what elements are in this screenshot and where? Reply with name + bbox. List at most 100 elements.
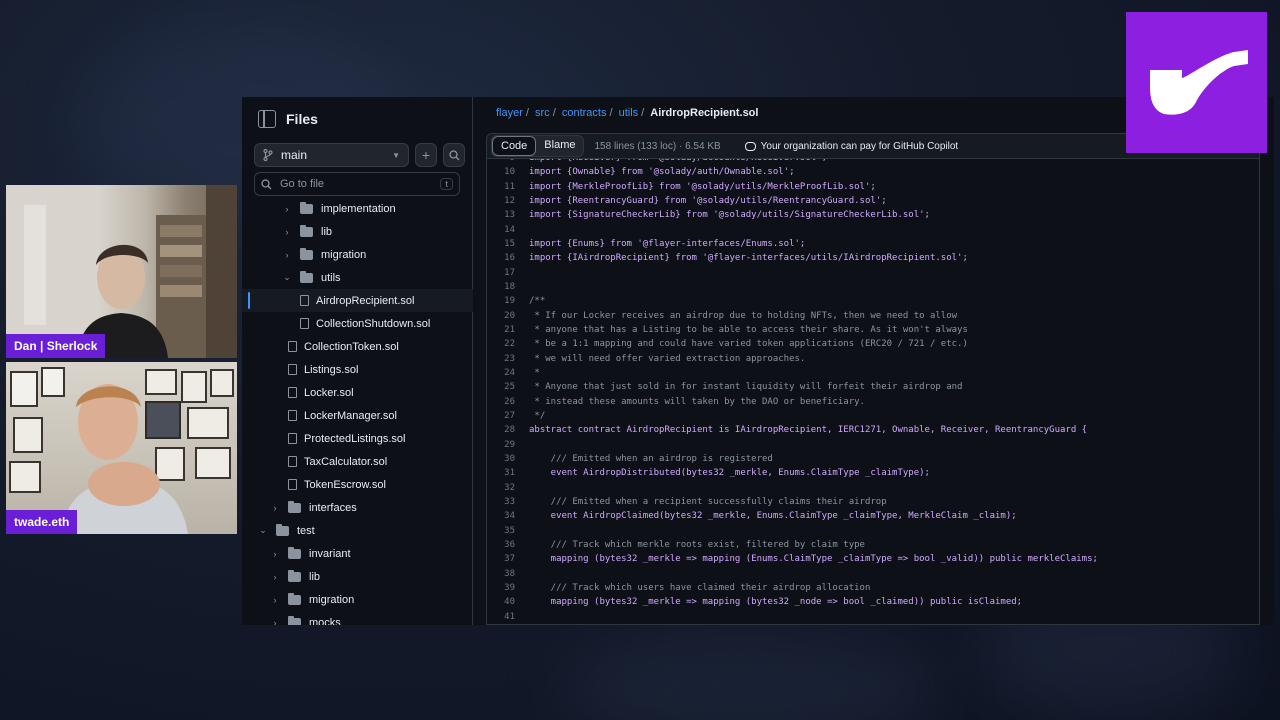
line-number[interactable]: 30 xyxy=(487,454,529,464)
chevron-right-icon[interactable]: › xyxy=(268,549,282,559)
line-number[interactable]: 20 xyxy=(487,311,529,321)
line-number[interactable]: 41 xyxy=(487,612,529,622)
tree-file[interactable]: CollectionToken.sol xyxy=(242,335,473,358)
tree-file[interactable]: Listings.sol xyxy=(242,358,473,381)
breadcrumb-current-file: AirdropRecipient.sol xyxy=(650,107,759,119)
tree-folder[interactable]: ⌄ utils xyxy=(242,266,473,289)
file-icon xyxy=(288,387,297,398)
line-number[interactable]: 39 xyxy=(487,583,529,593)
code-line: 41 xyxy=(487,610,1259,624)
tree-file[interactable]: TokenEscrow.sol xyxy=(242,473,473,496)
code-line: 39 /// Track which users have claimed th… xyxy=(487,581,1259,595)
line-number[interactable]: 31 xyxy=(487,468,529,478)
line-number[interactable]: 26 xyxy=(487,397,529,407)
line-number[interactable]: 9 xyxy=(487,159,529,163)
tree-item-label: lib xyxy=(309,570,321,583)
line-number[interactable]: 22 xyxy=(487,339,529,349)
chevron-right-icon[interactable]: › xyxy=(268,572,282,582)
line-text: * we will need offer varied extraction a… xyxy=(529,353,806,364)
go-to-file-input[interactable]: Go to file t xyxy=(254,172,460,196)
tree-folder[interactable]: › mocks xyxy=(242,611,473,625)
line-number[interactable]: 21 xyxy=(487,325,529,335)
line-number[interactable]: 13 xyxy=(487,210,529,220)
tree-folder[interactable]: › implementation xyxy=(242,197,473,220)
tree-file[interactable]: CollectionShutdown.sol xyxy=(242,312,473,335)
line-number[interactable]: 14 xyxy=(487,225,529,235)
line-number[interactable]: 19 xyxy=(487,296,529,306)
line-number[interactable]: 16 xyxy=(487,253,529,263)
add-file-button[interactable]: + xyxy=(415,143,437,167)
chevron-right-icon[interactable]: › xyxy=(280,250,294,260)
view-mode-toggle: Code Blame xyxy=(491,135,585,157)
file-icon xyxy=(288,410,297,421)
tree-file[interactable]: AirdropRecipient.sol xyxy=(242,289,473,312)
line-number[interactable]: 11 xyxy=(487,182,529,192)
line-number[interactable]: 12 xyxy=(487,196,529,206)
tree-folder[interactable]: › lib xyxy=(242,565,473,588)
tree-file[interactable]: Locker.sol xyxy=(242,381,473,404)
line-number[interactable]: 28 xyxy=(487,425,529,435)
line-number[interactable]: 15 xyxy=(487,239,529,249)
sidebar-title: Files xyxy=(286,111,318,127)
tree-item-label: CollectionShutdown.sol xyxy=(316,317,431,330)
line-number[interactable]: 10 xyxy=(487,167,529,177)
line-number[interactable]: 17 xyxy=(487,268,529,278)
folder-icon xyxy=(300,247,313,260)
line-number[interactable]: 27 xyxy=(487,411,529,421)
file-icon xyxy=(300,318,309,329)
chevron-right-icon[interactable]: › xyxy=(280,204,294,214)
line-number[interactable]: 18 xyxy=(487,282,529,292)
code-line: 10 import {Ownable} from '@solady/auth/Ow… xyxy=(487,165,1259,179)
branch-selector[interactable]: main ▼ xyxy=(254,143,409,167)
folder-icon xyxy=(300,201,313,214)
tree-folder[interactable]: › migration xyxy=(242,588,473,611)
code-line: 11 import {MerkleProofLib} from '@solady/… xyxy=(487,180,1259,194)
line-number[interactable]: 36 xyxy=(487,540,529,550)
tree-folder[interactable]: › invariant xyxy=(242,542,473,565)
line-text: mapping (bytes32 _merkle => mapping (Enu… xyxy=(529,554,1098,565)
line-number[interactable]: 35 xyxy=(487,526,529,536)
chevron-down-icon[interactable]: ⌄ xyxy=(280,272,294,283)
line-number[interactable]: 24 xyxy=(487,368,529,378)
code-line: 25 * Anyone that just sold in for instan… xyxy=(487,380,1259,394)
line-number[interactable]: 25 xyxy=(487,382,529,392)
breadcrumb-link[interactable]: contracts xyxy=(562,107,607,119)
tab-blame[interactable]: Blame xyxy=(536,136,583,156)
search-button[interactable] xyxy=(443,143,465,167)
line-number[interactable]: 40 xyxy=(487,597,529,607)
code-line: 29 xyxy=(487,438,1259,452)
tree-file[interactable]: LockerManager.sol xyxy=(242,404,473,427)
code-viewer[interactable]: 9import {Receiver} from '@solady/account… xyxy=(486,159,1260,625)
breadcrumb-link[interactable]: utils xyxy=(619,107,639,119)
line-number[interactable]: 32 xyxy=(487,483,529,493)
line-number[interactable]: 23 xyxy=(487,354,529,364)
tree-folder[interactable]: › lib xyxy=(242,220,473,243)
chevron-right-icon[interactable]: › xyxy=(268,503,282,513)
line-number[interactable]: 34 xyxy=(487,511,529,521)
background-shape xyxy=(560,630,940,720)
breadcrumb-link[interactable]: src xyxy=(535,107,550,119)
tree-item-label: implementation xyxy=(321,202,396,215)
chevron-right-icon[interactable]: › xyxy=(268,595,282,605)
line-number[interactable]: 38 xyxy=(487,569,529,579)
collapse-sidebar-icon[interactable] xyxy=(258,110,276,128)
line-number[interactable]: 33 xyxy=(487,497,529,507)
line-number[interactable]: 29 xyxy=(487,440,529,450)
line-text: /// Track which merkle roots exist, filt… xyxy=(529,540,865,551)
participant-video-1 xyxy=(6,185,237,358)
tree-file[interactable]: TaxCalculator.sol xyxy=(242,450,473,473)
breadcrumb-link[interactable]: flayer xyxy=(496,107,523,119)
tree-folder[interactable]: › migration xyxy=(242,243,473,266)
tree-folder[interactable]: ⌄ test xyxy=(242,519,473,542)
tree-file[interactable]: ProtectedListings.sol xyxy=(242,427,473,450)
chevron-right-icon[interactable]: › xyxy=(268,618,282,626)
line-text: * Anyone that just sold in for instant l… xyxy=(529,382,963,393)
tree-folder[interactable]: › interfaces xyxy=(242,496,473,519)
chevron-right-icon[interactable]: › xyxy=(280,227,294,237)
code-line: 35 xyxy=(487,524,1259,538)
chevron-down-icon[interactable]: ⌄ xyxy=(256,525,270,536)
line-number[interactable]: 37 xyxy=(487,554,529,564)
tab-code[interactable]: Code xyxy=(492,136,537,156)
copilot-notice[interactable]: Your organization can pay for GitHub Cop… xyxy=(744,141,958,152)
code-line: 24 * xyxy=(487,366,1259,380)
